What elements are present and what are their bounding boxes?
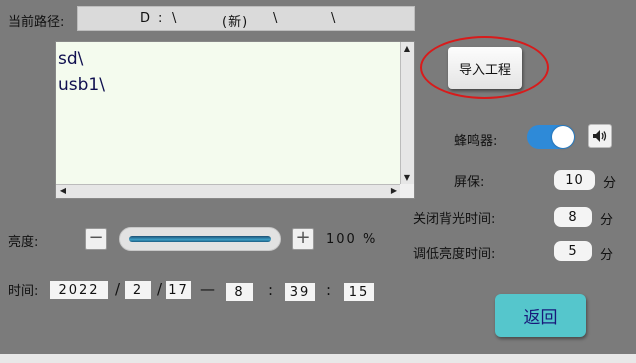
highlight-ellipse <box>420 36 549 99</box>
screensaver-unit: 分 <box>603 176 617 191</box>
dim-time-input[interactable]: 5 <box>554 241 592 261</box>
backlight-off-input[interactable]: 8 <box>554 207 592 227</box>
brightness-decrease-button[interactable]: − <box>85 228 107 250</box>
time-separator: : <box>326 281 332 299</box>
buzzer-label: 蜂鸣器: <box>454 134 498 149</box>
path-colon: : <box>158 11 164 26</box>
file-list[interactable]: sd\ usb1\ ▲ ▼ ◀ ▶ <box>55 41 415 199</box>
bottom-bar <box>0 354 636 363</box>
brightness-label: 亮度: <box>8 235 39 250</box>
path-separator: \ <box>172 11 178 26</box>
brightness-fill <box>129 236 271 242</box>
path-separator: \ <box>331 11 337 26</box>
backlight-off-unit: 分 <box>600 213 614 228</box>
second-field[interactable]: 15 <box>344 283 374 301</box>
path-drive: D <box>140 11 152 26</box>
scroll-up-icon[interactable]: ▲ <box>401 43 413 55</box>
day-field[interactable]: 17 <box>166 281 191 299</box>
list-item[interactable]: usb1\ <box>58 72 105 98</box>
buzzer-toggle[interactable] <box>527 125 575 149</box>
dim-time-unit: 分 <box>600 248 614 263</box>
scroll-left-icon[interactable]: ◀ <box>57 185 69 197</box>
speaker-test-button[interactable] <box>588 124 612 148</box>
backlight-off-label: 关闭背光时间: <box>413 212 496 227</box>
vertical-scrollbar[interactable]: ▲ ▼ <box>400 42 414 185</box>
horizontal-scrollbar[interactable]: ◀ ▶ <box>56 184 401 198</box>
date-separator: / <box>115 280 121 298</box>
back-button[interactable]: 返回 <box>495 294 586 337</box>
brightness-increase-button[interactable]: + <box>292 228 314 250</box>
scroll-down-icon[interactable]: ▼ <box>401 172 413 184</box>
minute-field[interactable]: 39 <box>285 283 315 301</box>
screensaver-label: 屏保: <box>454 175 485 190</box>
list-item[interactable]: sd\ <box>58 46 105 72</box>
brightness-slider[interactable] <box>119 227 281 251</box>
scroll-right-icon[interactable]: ▶ <box>388 185 400 197</box>
brightness-value: 100 % <box>326 232 378 247</box>
time-label: 时间: <box>8 284 39 299</box>
current-path-label: 当前路径: <box>8 15 65 30</box>
path-folder: (新) <box>222 15 249 30</box>
date-time-dash: — <box>200 280 215 298</box>
hour-field[interactable]: 8 <box>226 283 253 301</box>
speaker-icon <box>593 130 607 142</box>
date-separator: / <box>157 280 163 298</box>
month-field[interactable]: 2 <box>125 281 151 299</box>
toggle-knob <box>552 126 574 148</box>
path-separator: \ <box>273 11 279 26</box>
current-path-field: D : \ (新) \ \ <box>77 6 415 31</box>
file-list-items: sd\ usb1\ <box>58 46 105 98</box>
year-field[interactable]: 2022 <box>50 281 108 299</box>
screensaver-input[interactable]: 10 <box>554 170 595 190</box>
scrollbar-corner <box>400 184 414 198</box>
dim-time-label: 调低亮度时间: <box>413 247 496 262</box>
time-separator: : <box>268 281 274 299</box>
